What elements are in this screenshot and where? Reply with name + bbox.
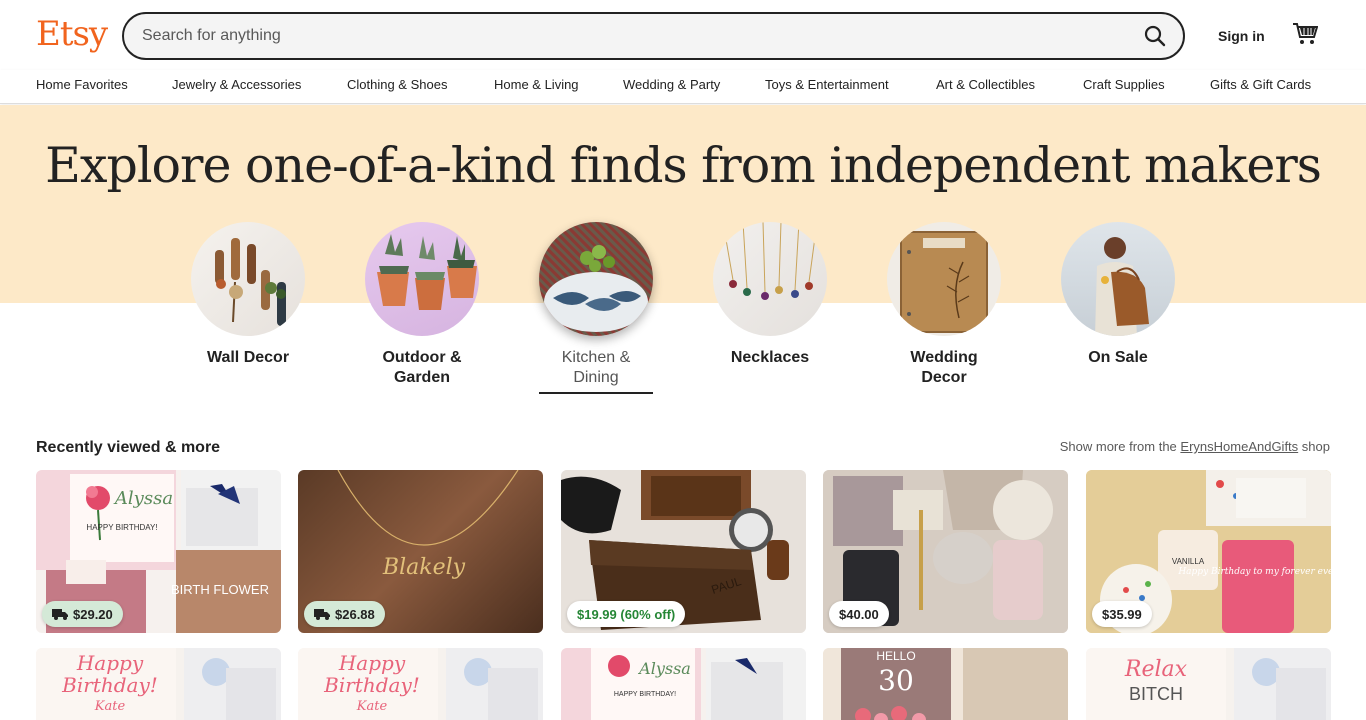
svg-text:BITCH: BITCH bbox=[1129, 684, 1183, 704]
svg-text:Alyssa: Alyssa bbox=[637, 659, 691, 678]
svg-text:Kate: Kate bbox=[356, 699, 388, 714]
svg-text:Alyssa: Alyssa bbox=[113, 488, 173, 509]
listing-card[interactable]: HELLO 30 bbox=[823, 648, 1068, 720]
price-badge: $29.20 bbox=[42, 601, 123, 627]
category-outdoor-garden[interactable]: Outdoor & Garden bbox=[365, 222, 479, 388]
listing-card[interactable]: Alyssa HAPPY BIRTHDAY! bbox=[561, 648, 806, 720]
svg-text:Happy: Happy bbox=[76, 651, 144, 675]
svg-text:VANILLA: VANILLA bbox=[1172, 557, 1205, 566]
nav-home-favorites[interactable]: Home Favorites bbox=[36, 77, 128, 93]
listing-card[interactable]: Blakely $26.88 bbox=[298, 470, 543, 633]
free-shipping-truck-icon bbox=[314, 609, 330, 620]
listing-card[interactable]: Relax BITCH bbox=[1086, 648, 1331, 720]
category-on-sale[interactable]: On Sale bbox=[1061, 222, 1175, 368]
price-badge: $19.99 (60% off) bbox=[567, 601, 686, 627]
category-image bbox=[539, 222, 653, 336]
category-necklaces[interactable]: Necklaces bbox=[713, 222, 827, 368]
free-shipping-truck-icon bbox=[52, 609, 68, 620]
nav-clothing-shoes[interactable]: Clothing & Shoes bbox=[347, 77, 447, 93]
search-icon bbox=[1144, 25, 1166, 47]
category-label: Necklaces bbox=[730, 349, 810, 366]
cart-button[interactable] bbox=[1292, 22, 1320, 48]
shop-name-link[interactable]: ErynsHomeAndGifts bbox=[1180, 439, 1298, 454]
listing-image: Alyssa HAPPY BIRTHDAY! bbox=[561, 648, 806, 720]
listing-image: Happy Birthday! Kate bbox=[298, 648, 543, 720]
listing-image: Happy Birthday! Kate bbox=[36, 648, 281, 720]
nav-art-collectibles[interactable]: Art & Collectibles bbox=[936, 77, 1035, 93]
cart-icon bbox=[1293, 23, 1319, 44]
svg-text:Kate: Kate bbox=[94, 699, 126, 714]
svg-text:Relax: Relax bbox=[1124, 657, 1188, 682]
nav-wedding-party[interactable]: Wedding & Party bbox=[623, 77, 720, 93]
category-image bbox=[887, 222, 1001, 336]
listing-image: HELLO 30 bbox=[823, 648, 1068, 720]
svg-text:Blakely: Blakely bbox=[382, 555, 466, 580]
svg-text:HAPPY BIRTHDAY!: HAPPY BIRTHDAY! bbox=[614, 691, 676, 698]
svg-text:Happy: Happy bbox=[338, 651, 406, 675]
listing-card[interactable]: Alyssa HAPPY BIRTHDAY! BIRTH FLOWER $29.… bbox=[36, 470, 281, 633]
site-header: Etsy Sign in bbox=[0, 0, 1366, 70]
category-label: Wall Decor bbox=[206, 349, 290, 366]
etsy-logo[interactable]: Etsy bbox=[36, 14, 108, 54]
listing-card[interactable]: Happy Birthday! Kate bbox=[36, 648, 281, 720]
category-wedding-decor[interactable]: Wedding Decor bbox=[887, 222, 1001, 388]
category-label: Outdoor & Garden bbox=[382, 349, 462, 386]
recently-viewed-title: Recently viewed & more bbox=[36, 439, 221, 456]
svg-text:HAPPY BIRTHDAY!: HAPPY BIRTHDAY! bbox=[86, 523, 157, 532]
search-button[interactable] bbox=[1137, 18, 1173, 54]
svg-text:Birthday!: Birthday! bbox=[61, 673, 158, 697]
category-kitchen-dining[interactable]: Kitchen & Dining bbox=[539, 222, 653, 394]
listing-card[interactable]: PAUL $19.99 (60% off) bbox=[561, 470, 806, 633]
category-image bbox=[1061, 222, 1175, 336]
listing-card[interactable]: $40.00 bbox=[823, 470, 1068, 633]
svg-text:Happy Birthday to my forever e: Happy Birthday to my forever ever bbox=[1177, 567, 1331, 577]
listing-card[interactable]: Happy Birthday! Kate bbox=[298, 648, 543, 720]
price-badge: $40.00 bbox=[829, 601, 889, 627]
category-label: Kitchen & Dining bbox=[539, 348, 653, 394]
nav-craft-supplies[interactable]: Craft Supplies bbox=[1083, 77, 1165, 93]
hero-title: Explore one-of-a-kind finds from indepen… bbox=[45, 137, 1322, 194]
shop-more-link-text: Show more from the ErynsHomeAndGifts sho… bbox=[1059, 439, 1330, 454]
listing-image: Relax BITCH bbox=[1086, 648, 1331, 720]
sign-in-link[interactable]: Sign in bbox=[1218, 27, 1265, 45]
svg-text:HELLO: HELLO bbox=[876, 649, 915, 663]
category-label: On Sale bbox=[1088, 349, 1148, 366]
listing-card[interactable]: VANILLA Happy Birthday to my forever eve… bbox=[1086, 470, 1331, 633]
category-image bbox=[713, 222, 827, 336]
price-badge: $26.88 bbox=[304, 601, 385, 627]
category-wall-decor[interactable]: Wall Decor bbox=[191, 222, 305, 368]
price-badge: $35.99 bbox=[1092, 601, 1152, 627]
category-image bbox=[191, 222, 305, 336]
nav-home-living[interactable]: Home & Living bbox=[494, 77, 579, 93]
category-label: Wedding Decor bbox=[910, 349, 978, 386]
nav-jewelry-accessories[interactable]: Jewelry & Accessories bbox=[172, 77, 301, 93]
svg-text:Birthday!: Birthday! bbox=[323, 673, 420, 697]
svg-text:BIRTH FLOWER: BIRTH FLOWER bbox=[171, 582, 269, 597]
nav-toys-entertainment[interactable]: Toys & Entertainment bbox=[765, 77, 889, 93]
svg-text:30: 30 bbox=[878, 664, 914, 697]
nav-gifts-gift-cards[interactable]: Gifts & Gift Cards bbox=[1210, 77, 1311, 93]
category-image bbox=[365, 222, 479, 336]
search-input[interactable] bbox=[142, 14, 1102, 58]
category-nav: Home Favorites Jewelry & Accessories Clo… bbox=[0, 70, 1366, 104]
search-bar[interactable] bbox=[122, 12, 1185, 60]
